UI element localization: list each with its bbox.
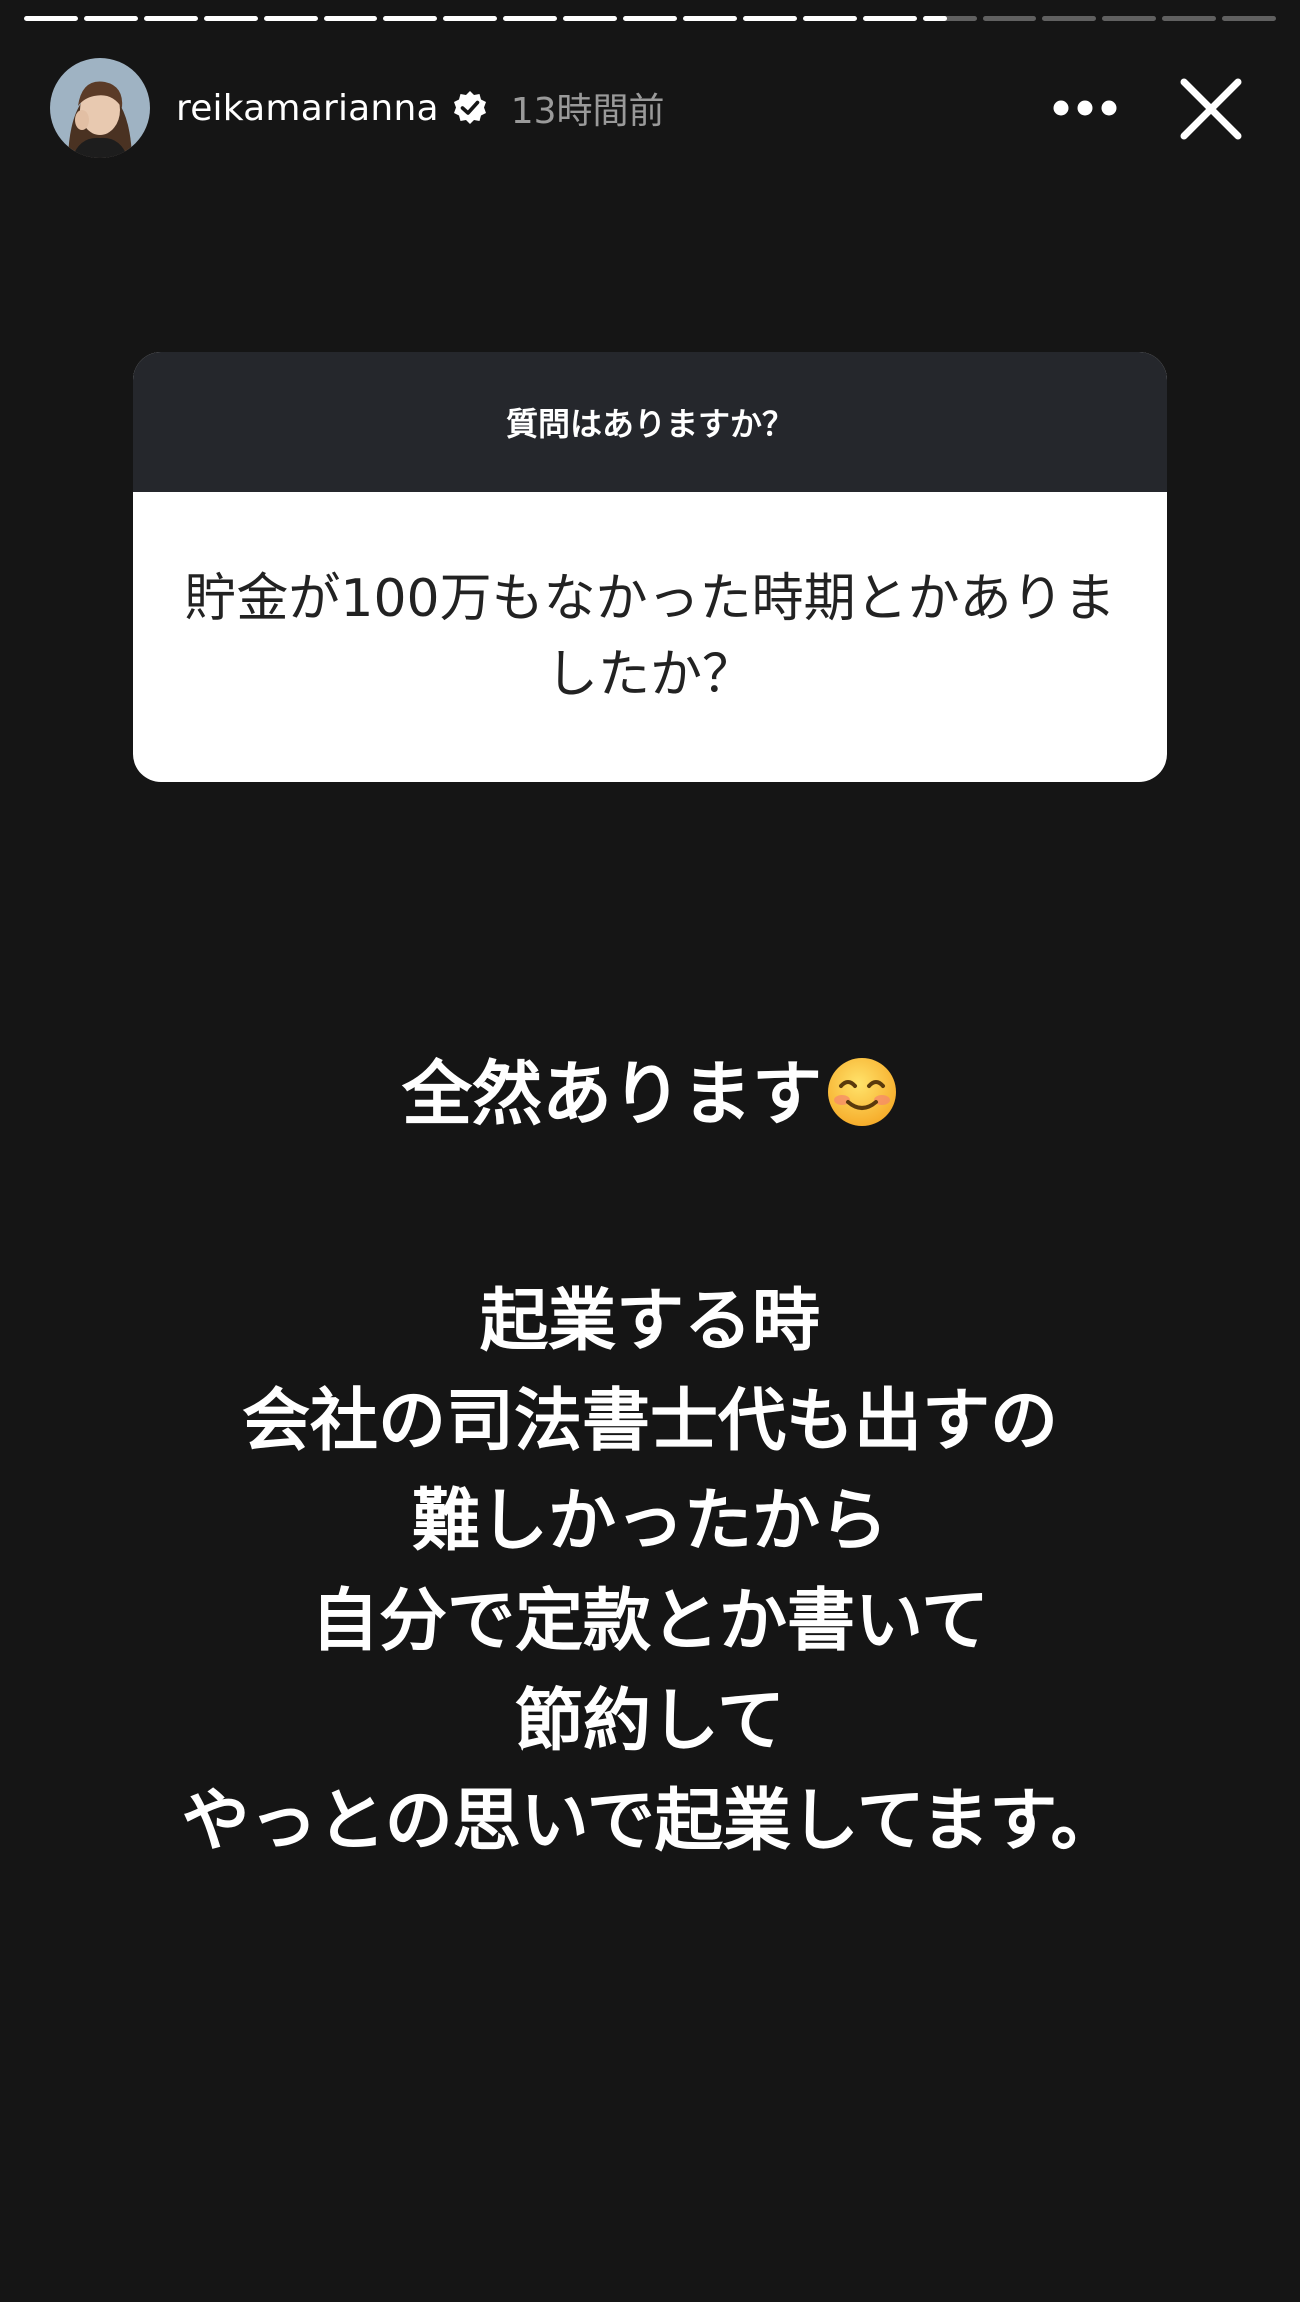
progress-segment <box>1102 16 1157 21</box>
progress-segment <box>263 16 318 21</box>
progress-segment <box>623 16 677 21</box>
progress-segment-fill <box>922 16 947 21</box>
progress-segment-fill <box>323 16 378 21</box>
progress-segment-fill <box>503 16 558 21</box>
progress-segment-fill <box>203 16 258 21</box>
progress-segment-fill <box>263 16 318 21</box>
message-line: 難しかったから <box>411 1482 888 1561</box>
progress-segment <box>443 16 498 21</box>
progress-segment <box>682 16 737 21</box>
post-timestamp: 13時間前 <box>510 91 665 132</box>
verified-badge-icon <box>451 89 489 127</box>
smiling-face-emoji-icon <box>826 1056 898 1128</box>
progress-segment <box>203 16 258 21</box>
story-progress-bar <box>24 16 1277 21</box>
progress-segment <box>83 16 138 21</box>
progress-segment-fill <box>623 16 677 21</box>
progress-segment <box>1222 16 1277 21</box>
message-line: 節約して <box>515 1682 785 1761</box>
question-text: 貯金が100万もなかった時期とかありましたか？ <box>184 569 1116 705</box>
progress-segment-fill <box>143 16 198 21</box>
username[interactable]: reikamarianna <box>176 88 439 129</box>
avatar[interactable] <box>50 58 150 158</box>
progress-segment-fill <box>682 16 737 21</box>
progress-segment <box>24 16 78 21</box>
progress-segment <box>503 16 558 21</box>
progress-segment <box>323 16 378 21</box>
progress-segment-fill <box>24 16 78 21</box>
message-line: 自分で定款とか書いて <box>311 1582 989 1661</box>
progress-segment-fill <box>802 16 857 21</box>
progress-segment <box>922 16 977 21</box>
progress-segment <box>1162 16 1217 21</box>
question-prompt: 質問はありますか？ <box>133 352 1167 492</box>
progress-segment-fill <box>383 16 438 21</box>
message-line: 会社の司法書士代も出すの <box>241 1382 1058 1461</box>
progress-segment <box>802 16 857 21</box>
progress-segment <box>982 16 1037 21</box>
progress-segment <box>742 16 797 21</box>
more-options-icon[interactable] <box>1052 96 1118 120</box>
story-message: 起業する時 会社の司法書士代も出すの 難しかったから 自分で定款とか書いて 節約… <box>0 1272 1300 1872</box>
profile-photo <box>50 58 150 158</box>
progress-segment <box>143 16 198 21</box>
message-line: 起業する時 <box>479 1282 820 1361</box>
progress-segment-fill <box>862 16 917 21</box>
progress-segment <box>563 16 618 21</box>
progress-segment-fill <box>742 16 797 21</box>
progress-segment-fill <box>83 16 138 21</box>
answer-text: 全然あります <box>402 1053 822 1135</box>
progress-segment <box>862 16 917 21</box>
answer-text-block: 全然あります <box>0 1048 1300 1140</box>
question-sticker: 質問はありますか？ 貯金が100万もなかった時期とかありましたか？ <box>133 352 1167 782</box>
progress-segment-fill <box>563 16 618 21</box>
message-line: やっとの思いで起業してます。 <box>181 1782 1119 1861</box>
close-icon[interactable] <box>1178 76 1244 142</box>
progress-segment <box>383 16 438 21</box>
progress-segment <box>1042 16 1097 21</box>
progress-segment-fill <box>443 16 498 21</box>
